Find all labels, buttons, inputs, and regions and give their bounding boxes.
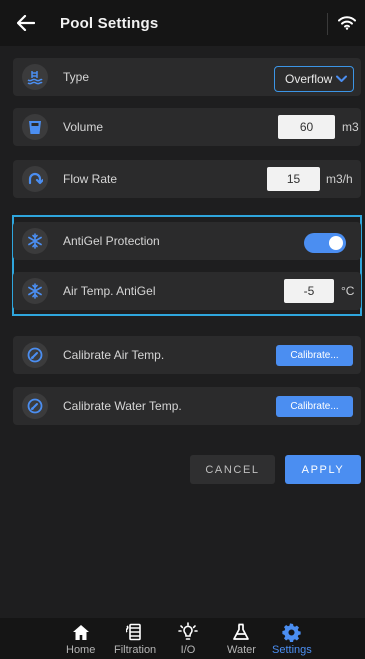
back-arrow-icon[interactable] bbox=[14, 11, 38, 35]
volume-unit: m3 bbox=[342, 120, 359, 134]
antigel-toggle[interactable] bbox=[304, 233, 346, 253]
cancel-button[interactable]: CANCEL bbox=[190, 455, 275, 484]
nav-settings[interactable]: Settings bbox=[272, 621, 312, 656]
type-row: Type Overflow bbox=[13, 58, 361, 96]
nav-filtration-label: Filtration bbox=[114, 644, 157, 656]
rotate-arrow-icon bbox=[22, 166, 48, 192]
nav-water-label: Water bbox=[227, 644, 256, 656]
nav-home-label: Home bbox=[66, 644, 96, 656]
lightbulb-icon bbox=[177, 621, 199, 643]
flow-rate-row: Flow Rate 15 m3/h bbox=[13, 160, 361, 198]
bottom-nav: Home Filtration I/O Water Settings bbox=[0, 618, 365, 659]
chevron-down-icon bbox=[336, 72, 347, 86]
snowflake-icon bbox=[22, 228, 48, 254]
toggle-knob bbox=[329, 236, 343, 250]
volume-row: Volume 60 m3 bbox=[13, 108, 361, 146]
gauge-icon bbox=[22, 393, 48, 419]
flask-icon bbox=[230, 621, 252, 643]
flow-rate-unit: m3/h bbox=[326, 172, 353, 186]
air-temp-antigel-unit: °C bbox=[341, 284, 355, 298]
flow-rate-input[interactable]: 15 bbox=[267, 167, 320, 191]
gear-icon bbox=[281, 621, 303, 643]
calibrate-air-button[interactable]: Calibrate... bbox=[276, 345, 353, 366]
nav-home[interactable]: Home bbox=[66, 621, 95, 656]
air-temp-antigel-input[interactable]: -5 bbox=[284, 279, 334, 303]
air-temp-antigel-row: Air Temp. AntiGel -5 °C bbox=[13, 272, 361, 310]
gauge-icon bbox=[22, 342, 48, 368]
nav-settings-label: Settings bbox=[272, 644, 312, 656]
calibrate-water-button[interactable]: Calibrate... bbox=[276, 396, 353, 417]
bucket-icon bbox=[22, 114, 48, 140]
page-title: Pool Settings bbox=[60, 14, 159, 32]
nav-io-label: I/O bbox=[180, 644, 196, 656]
top-bar: Pool Settings bbox=[0, 0, 365, 46]
snowflake-icon bbox=[22, 278, 48, 304]
filter-icon bbox=[124, 621, 146, 643]
apply-button[interactable]: APPLY bbox=[285, 455, 361, 484]
header-divider bbox=[327, 13, 328, 35]
nav-filtration[interactable]: Filtration bbox=[114, 621, 156, 656]
nav-io[interactable]: I/O bbox=[177, 621, 199, 656]
type-select-value: Overflow bbox=[285, 72, 333, 86]
nav-water[interactable]: Water bbox=[227, 621, 256, 656]
volume-input[interactable]: 60 bbox=[278, 115, 335, 139]
pool-icon bbox=[22, 64, 48, 90]
home-icon bbox=[70, 621, 92, 643]
type-select[interactable]: Overflow bbox=[274, 66, 354, 92]
wifi-icon[interactable] bbox=[336, 12, 358, 34]
